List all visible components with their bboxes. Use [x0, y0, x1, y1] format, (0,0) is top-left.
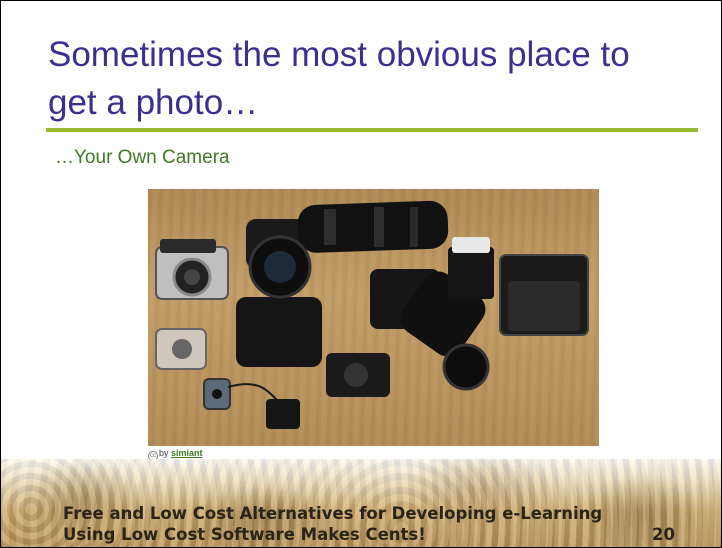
flash-unit [448, 237, 494, 299]
slide-subtitle: …Your Own Camera [55, 147, 230, 168]
polaroid-camera [499, 254, 589, 336]
footer-tagline: Using Low Cost Software Makes Cents! [63, 525, 426, 544]
footer-course-title: Free and Low Cost Alternatives for Devel… [63, 504, 603, 523]
credit-author-link[interactable]: simiant [171, 448, 203, 458]
cable [227, 383, 279, 402]
compact-camera [155, 328, 207, 370]
slide-title: Sometimes the most obvious place to get … [48, 35, 630, 122]
webcam [203, 378, 231, 410]
credit-prefix: by [159, 448, 169, 458]
small-film-camera [326, 353, 390, 397]
cameras-illustration [155, 200, 589, 429]
title-divider [46, 128, 698, 132]
silver-slr-camera [155, 239, 229, 300]
camera-photo [148, 189, 599, 446]
slide-number: 20 [652, 525, 675, 544]
card-reader [266, 399, 300, 429]
slide: Sometimes the most obvious place to get … [0, 0, 722, 548]
